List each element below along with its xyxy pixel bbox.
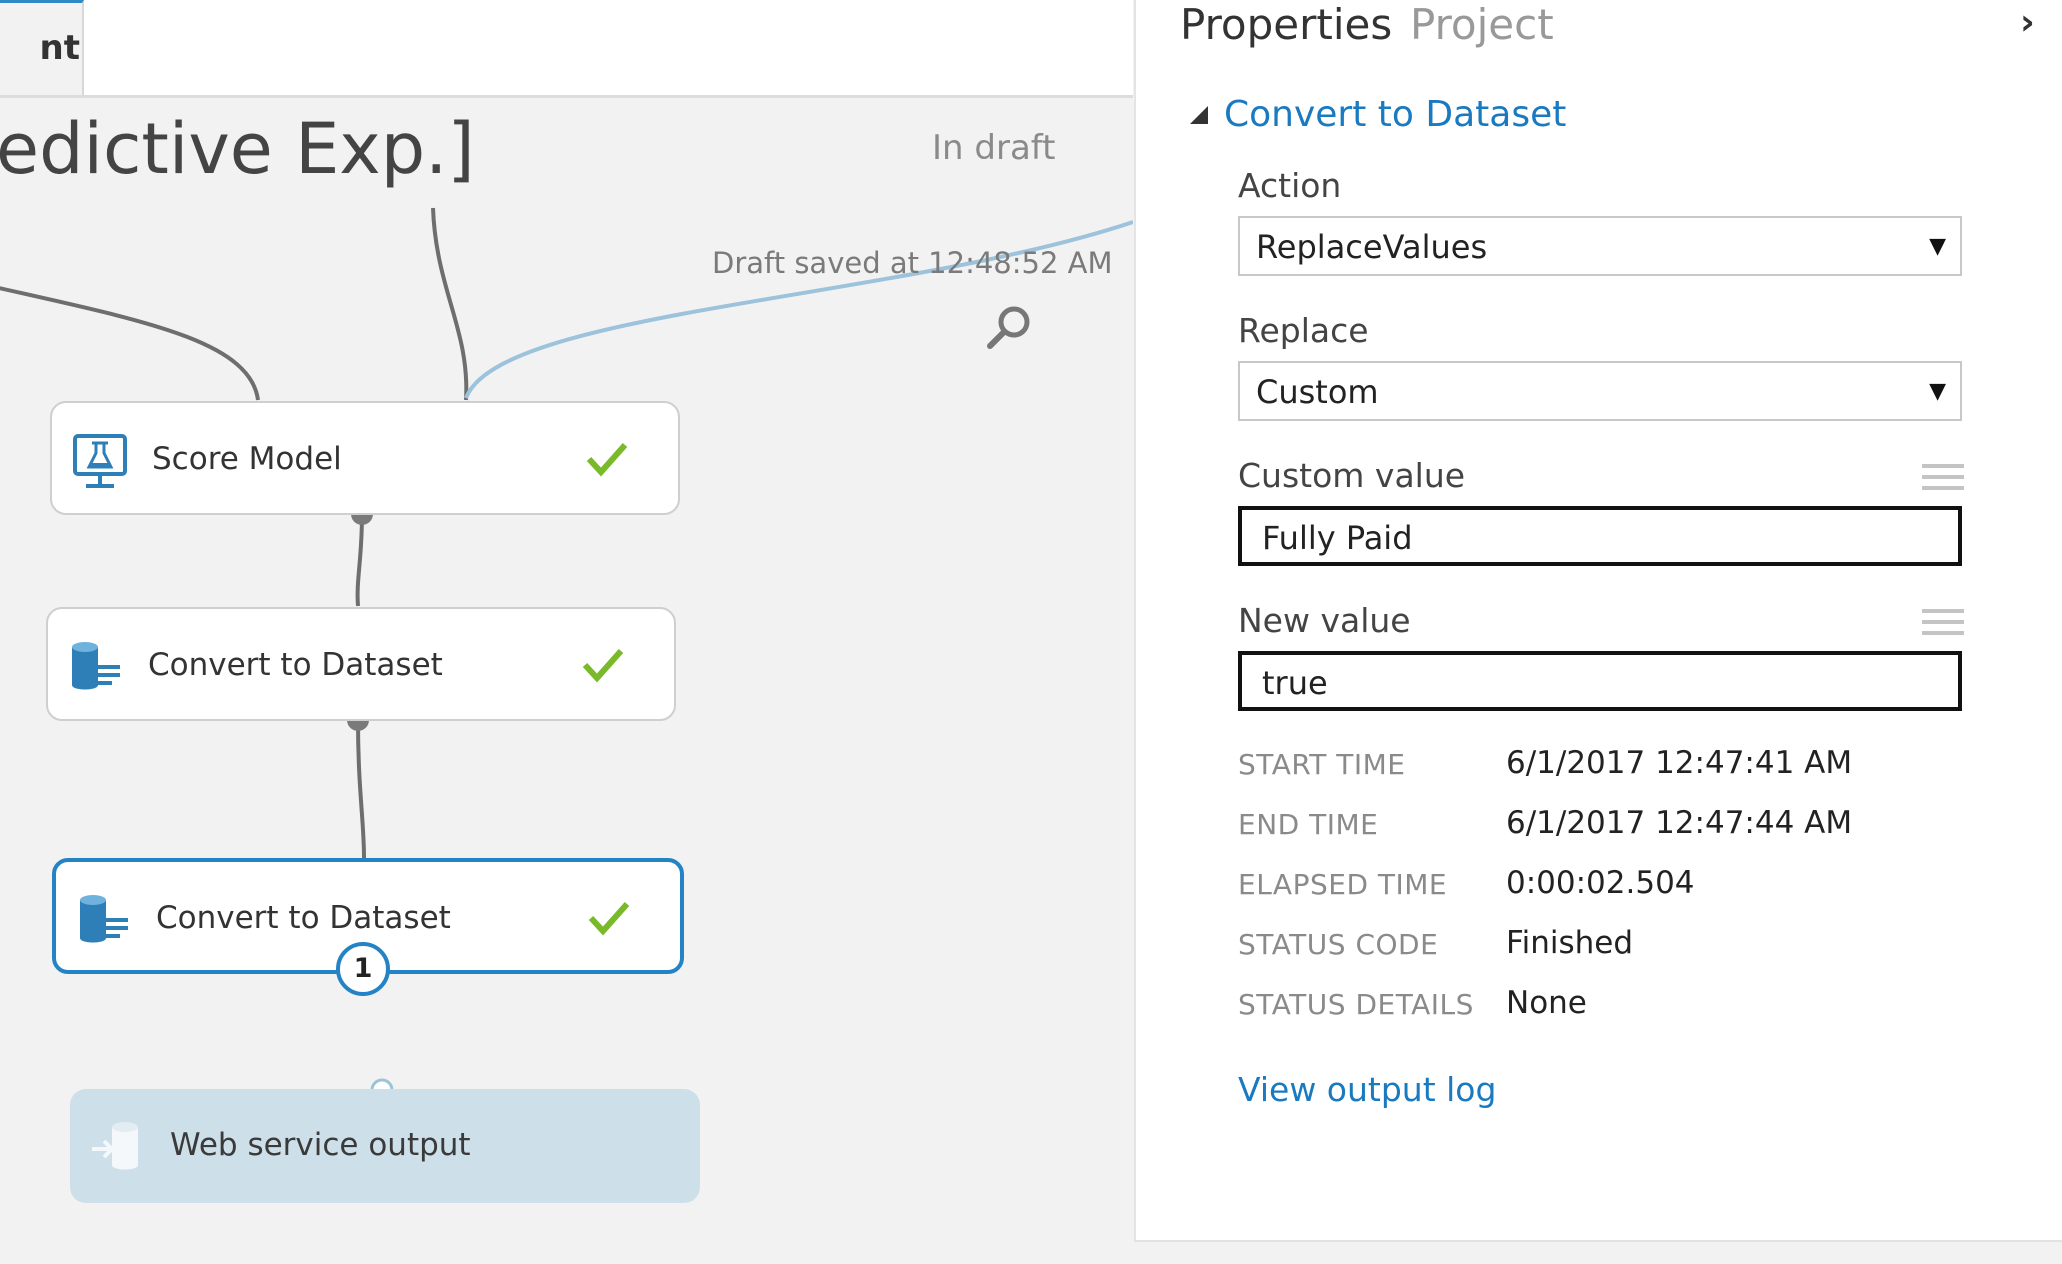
new-value-label: New value [1238, 601, 1411, 640]
tab-project[interactable]: Project [1410, 0, 1554, 49]
edge-into-score-model-right [431, 207, 469, 401]
module-label: Score Model [152, 441, 342, 477]
replace-select-value: Custom [1256, 373, 1379, 411]
end-time-value: 6/1/2017 12:47:44 AM [1506, 805, 1853, 841]
dropdown-arrow-icon: ▼ [1929, 379, 1946, 404]
web-service-output-icon [92, 1122, 138, 1170]
custom-value-input-text: Fully Paid [1262, 519, 1413, 557]
search-icon[interactable] [984, 302, 1034, 352]
status-code-label: STATUS CODE [1238, 928, 1439, 961]
new-value-input-text: true [1262, 664, 1328, 702]
status-details-value: None [1506, 985, 1587, 1021]
output-port-badge[interactable]: 1 [336, 942, 390, 996]
collapse-triangle-icon[interactable] [1188, 104, 1210, 126]
module-convert-to-dataset[interactable]: Convert to Dataset [46, 607, 676, 721]
dropdown-arrow-icon: ▼ [1929, 234, 1946, 259]
check-icon [586, 443, 628, 477]
dataset-icon [80, 895, 128, 943]
module-label: Convert to Dataset [156, 900, 451, 936]
hamburger-menu-icon[interactable] [1922, 609, 1964, 643]
tab-properties[interactable]: Properties [1180, 0, 1392, 49]
properties-panel: Properties Project › Convert to Dataset … [1134, 0, 2062, 1240]
replace-label: Replace [1238, 311, 1369, 350]
end-time-label: END TIME [1238, 808, 1379, 841]
action-select[interactable]: ReplaceValues ▼ [1238, 216, 1962, 276]
action-label: Action [1238, 166, 1342, 205]
status-code-value: Finished [1506, 925, 1633, 961]
experiment-canvas[interactable]: nt edictive Exp.] In draft Draft saved a… [0, 0, 1133, 1264]
new-value-input[interactable]: true [1238, 651, 1962, 711]
custom-value-input[interactable]: Fully Paid [1238, 506, 1962, 566]
edge-convert1-to-convert2 [356, 719, 366, 859]
start-time-value: 6/1/2017 12:47:41 AM [1506, 745, 1853, 781]
edge-into-score-model-left [0, 286, 260, 401]
hamburger-menu-icon[interactable] [1922, 464, 1964, 498]
start-time-label: START TIME [1238, 748, 1406, 781]
score-model-icon [73, 434, 127, 488]
check-icon [582, 649, 624, 683]
check-icon [588, 902, 630, 936]
dataset-icon [72, 642, 120, 690]
replace-select[interactable]: Custom ▼ [1238, 361, 1962, 421]
module-score-model[interactable]: Score Model [50, 401, 680, 515]
panel-footer [1134, 1240, 2062, 1264]
module-label: Web service output [170, 1127, 471, 1163]
section-title[interactable]: Convert to Dataset [1224, 94, 1566, 135]
status-details-label: STATUS DETAILS [1238, 988, 1474, 1021]
module-web-service-output[interactable]: Web service output [70, 1089, 700, 1203]
module-label: Convert to Dataset [148, 647, 443, 683]
custom-value-label: Custom value [1238, 456, 1466, 495]
elapsed-time-value: 0:00:02.504 [1506, 865, 1695, 901]
action-select-value: ReplaceValues [1256, 228, 1488, 266]
view-output-log-link[interactable]: View output log [1238, 1070, 1496, 1109]
chevron-right-icon[interactable]: › [2020, 2, 2035, 43]
draft-saved-timestamp: Draft saved at 12:48:52 AM [712, 246, 1113, 280]
elapsed-time-label: ELAPSED TIME [1238, 868, 1448, 901]
edge-score-to-convert1 [355, 513, 364, 607]
